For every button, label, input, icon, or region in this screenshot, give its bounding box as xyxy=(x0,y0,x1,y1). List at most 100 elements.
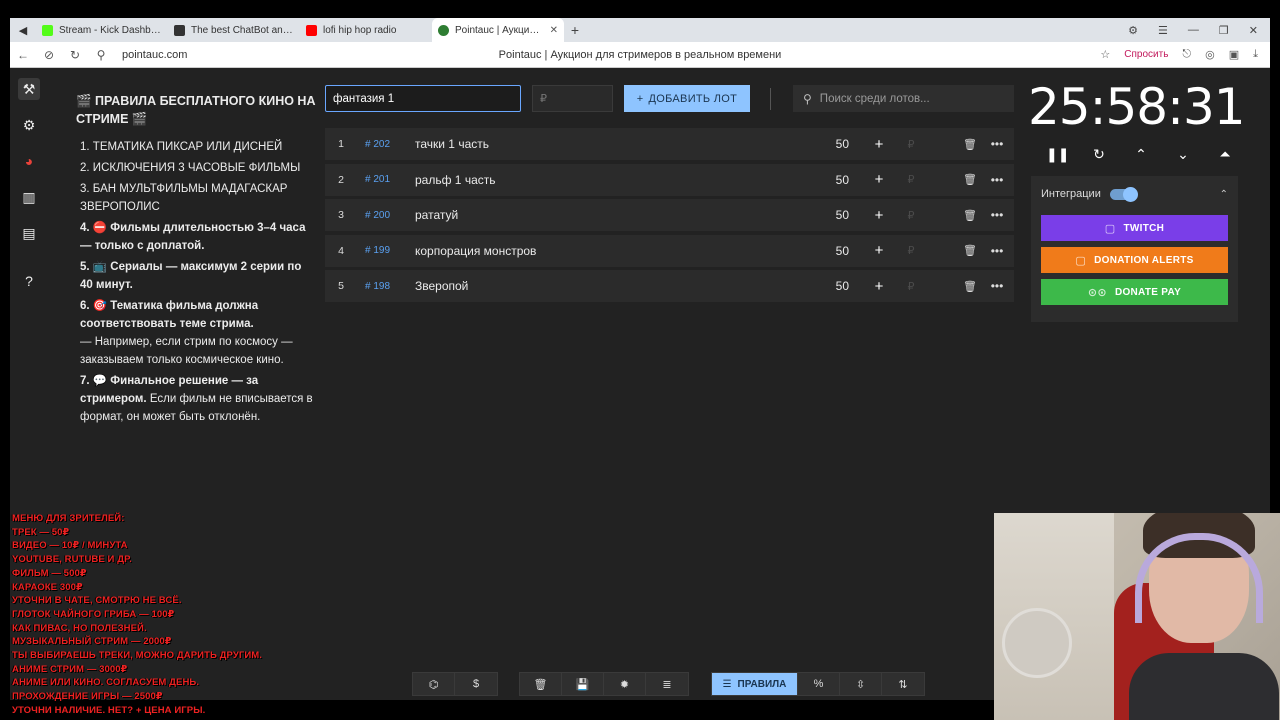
clipboard-icon[interactable]: ▤ xyxy=(18,222,40,244)
delete-icon[interactable]: 🗑 xyxy=(923,209,983,222)
lot-position: 1 xyxy=(338,138,344,150)
close-window-icon[interactable]: ✕ xyxy=(1249,24,1258,37)
list-icon: ☰ xyxy=(722,678,732,690)
ruble-icon: ₽ xyxy=(907,280,915,293)
lot-name-input[interactable] xyxy=(325,85,521,112)
wheel-icon[interactable]: ◕ xyxy=(18,150,40,172)
sort-icon[interactable]: ⇅ xyxy=(882,673,924,695)
ruble-icon: ₽ xyxy=(907,245,915,257)
ruble-icon: ₽ xyxy=(907,209,915,222)
chatbot-favicon-icon xyxy=(174,24,185,36)
clear-list-icon[interactable]: ≣ xyxy=(646,673,688,695)
add-lot-button[interactable]: + ДОБАВИТЬ ЛОТ xyxy=(624,85,750,112)
lot-price-input[interactable] xyxy=(532,85,613,112)
more-options-icon[interactable]: ••• xyxy=(983,173,1011,187)
pause-icon[interactable]: ❚❚ xyxy=(1046,146,1069,163)
rules-panel: 🎬 ПРАВИЛА БЕСПЛАТНОГО КИНО НА СТРИМЕ 🎬 1… xyxy=(76,92,316,429)
integrations-toggle[interactable] xyxy=(1109,186,1138,202)
tab-kick-dashboard[interactable]: Stream - Kick Dashboard xyxy=(36,18,168,42)
dollar-icon[interactable]: $ xyxy=(455,673,497,695)
lot-amount[interactable]: 50 xyxy=(779,279,859,293)
toolbar-group-links: ⌬ $ xyxy=(412,672,498,696)
reset-timer-icon[interactable]: ↻ xyxy=(1088,146,1110,163)
add-amount-icon[interactable]: + xyxy=(859,278,899,295)
lot-amount[interactable]: 50 xyxy=(779,173,859,187)
tab-lofi-radio[interactable]: lofi hip hop radio xyxy=(300,18,432,42)
add-amount-icon[interactable]: + xyxy=(859,242,899,259)
lot-name[interactable]: тачки 1 часть xyxy=(415,137,779,151)
lot-amount[interactable]: 50 xyxy=(779,244,859,258)
more-options-icon[interactable]: ••• xyxy=(983,244,1011,258)
history-icon[interactable]: ⊘ xyxy=(36,48,62,62)
delete-icon[interactable]: 🗑 xyxy=(923,280,983,293)
ask-button[interactable]: Спросить xyxy=(1124,49,1168,60)
collapse-chevron-icon[interactable]: ⌃ xyxy=(1220,189,1228,200)
maximize-icon[interactable]: ❐ xyxy=(1219,24,1229,37)
delete-icon[interactable]: 🗑 xyxy=(923,244,983,257)
github-icon[interactable]: ⌬ xyxy=(413,673,455,695)
lot-amount[interactable]: 50 xyxy=(779,137,859,151)
donation-alerts-button[interactable]: ▢ DONATION ALERTS xyxy=(1041,247,1228,273)
search-input[interactable] xyxy=(819,92,1000,105)
table-row: 5 # 198 Зверопой 50 + ₽ 🗑 ••• xyxy=(325,270,1014,302)
translate-icon[interactable]: ▣ xyxy=(1229,48,1239,61)
site-info-icon[interactable]: ⚲ xyxy=(88,48,114,62)
lot-name[interactable]: ральф 1 часть xyxy=(415,173,779,187)
add-amount-icon[interactable]: + xyxy=(859,207,899,224)
close-tab-icon[interactable]: ✕ xyxy=(550,25,558,36)
settings-gear-icon[interactable]: ⚙ xyxy=(18,114,40,136)
add-amount-icon[interactable]: + xyxy=(859,136,899,153)
donate-pay-icon: ⊙⊙ xyxy=(1087,286,1107,299)
more-options-icon[interactable]: ••• xyxy=(983,279,1011,293)
trash-bin-icon[interactable]: 🗑 xyxy=(520,673,562,695)
add-amount-icon[interactable]: + xyxy=(859,171,899,188)
tab-list-icon[interactable]: ☰ xyxy=(1158,24,1168,37)
bug-icon[interactable]: ✹ xyxy=(604,673,646,695)
lot-name[interactable]: корпорация монстров xyxy=(415,244,779,258)
reload-icon[interactable]: ↻ xyxy=(62,48,88,62)
rule-item: 5. 📺 Сериалы — максимум 2 серии по 40 ми… xyxy=(80,261,302,291)
tab-chatbot[interactable]: The best ChatBot and Wid xyxy=(168,18,300,42)
url-text[interactable]: pointauc.com xyxy=(122,49,187,61)
donate-pay-button[interactable]: ⊙⊙ DONATE PAY xyxy=(1041,279,1228,305)
lot-id[interactable]: # 198 xyxy=(357,281,415,292)
lot-id[interactable]: # 199 xyxy=(357,245,415,256)
minimize-icon[interactable]: — xyxy=(1188,24,1199,37)
download-icon[interactable]: ⤓ xyxy=(1253,48,1258,61)
back-icon[interactable]: ← xyxy=(10,48,36,62)
double-chevron-up-icon[interactable]: ⏶ xyxy=(1214,146,1236,163)
tab-pointauc[interactable]: Pointauc | Аукцион для ✕ xyxy=(432,18,564,42)
more-options-icon[interactable]: ••• xyxy=(983,137,1011,151)
lot-name[interactable]: Зверопой xyxy=(415,279,779,293)
statistics-icon[interactable]: ▥ xyxy=(18,186,40,208)
tab-title: lofi hip hop radio xyxy=(323,24,397,36)
twitch-button[interactable]: ▢ TWITCH xyxy=(1041,215,1228,241)
more-options-icon[interactable]: ••• xyxy=(983,208,1011,222)
lot-id[interactable]: # 201 xyxy=(357,174,415,185)
ruble-icon: ₽ xyxy=(907,174,915,186)
percent-icon[interactable]: % xyxy=(798,673,840,695)
help-icon[interactable]: ? xyxy=(18,270,40,292)
chevron-down-icon[interactable]: ⌄ xyxy=(1172,146,1194,163)
rules-button[interactable]: ☰ ПРАВИЛА xyxy=(712,673,798,695)
tab-title: The best ChatBot and Wid xyxy=(191,24,294,36)
kick-favicon-icon xyxy=(42,24,53,36)
chevron-up-icon[interactable]: ⌃ xyxy=(1130,146,1152,163)
lot-id[interactable]: # 202 xyxy=(357,139,415,150)
share-icon[interactable]: ⎋ xyxy=(1182,48,1191,61)
lot-name[interactable]: рататуй xyxy=(415,208,779,222)
delete-icon[interactable]: 🗑 xyxy=(923,173,983,186)
divider xyxy=(770,88,771,110)
streamer-shirt xyxy=(1129,653,1279,720)
auction-hammer-icon[interactable]: ⚒ xyxy=(18,78,40,100)
bookmark-icon[interactable]: ☆ xyxy=(1100,48,1110,61)
compact-view-icon[interactable]: ⇳ xyxy=(840,673,882,695)
save-icon[interactable]: 💾 xyxy=(562,673,604,695)
new-tab-button[interactable]: + xyxy=(564,22,586,38)
lot-amount[interactable]: 50 xyxy=(779,208,859,222)
lot-id[interactable]: # 200 xyxy=(357,210,415,221)
delete-icon[interactable]: 🗑 xyxy=(923,138,983,151)
screenshot-icon[interactable]: ◎ xyxy=(1205,48,1215,61)
browser-menu-icon[interactable]: ◀ xyxy=(10,24,36,37)
extensions-icon[interactable]: ⚙ xyxy=(1128,24,1138,37)
